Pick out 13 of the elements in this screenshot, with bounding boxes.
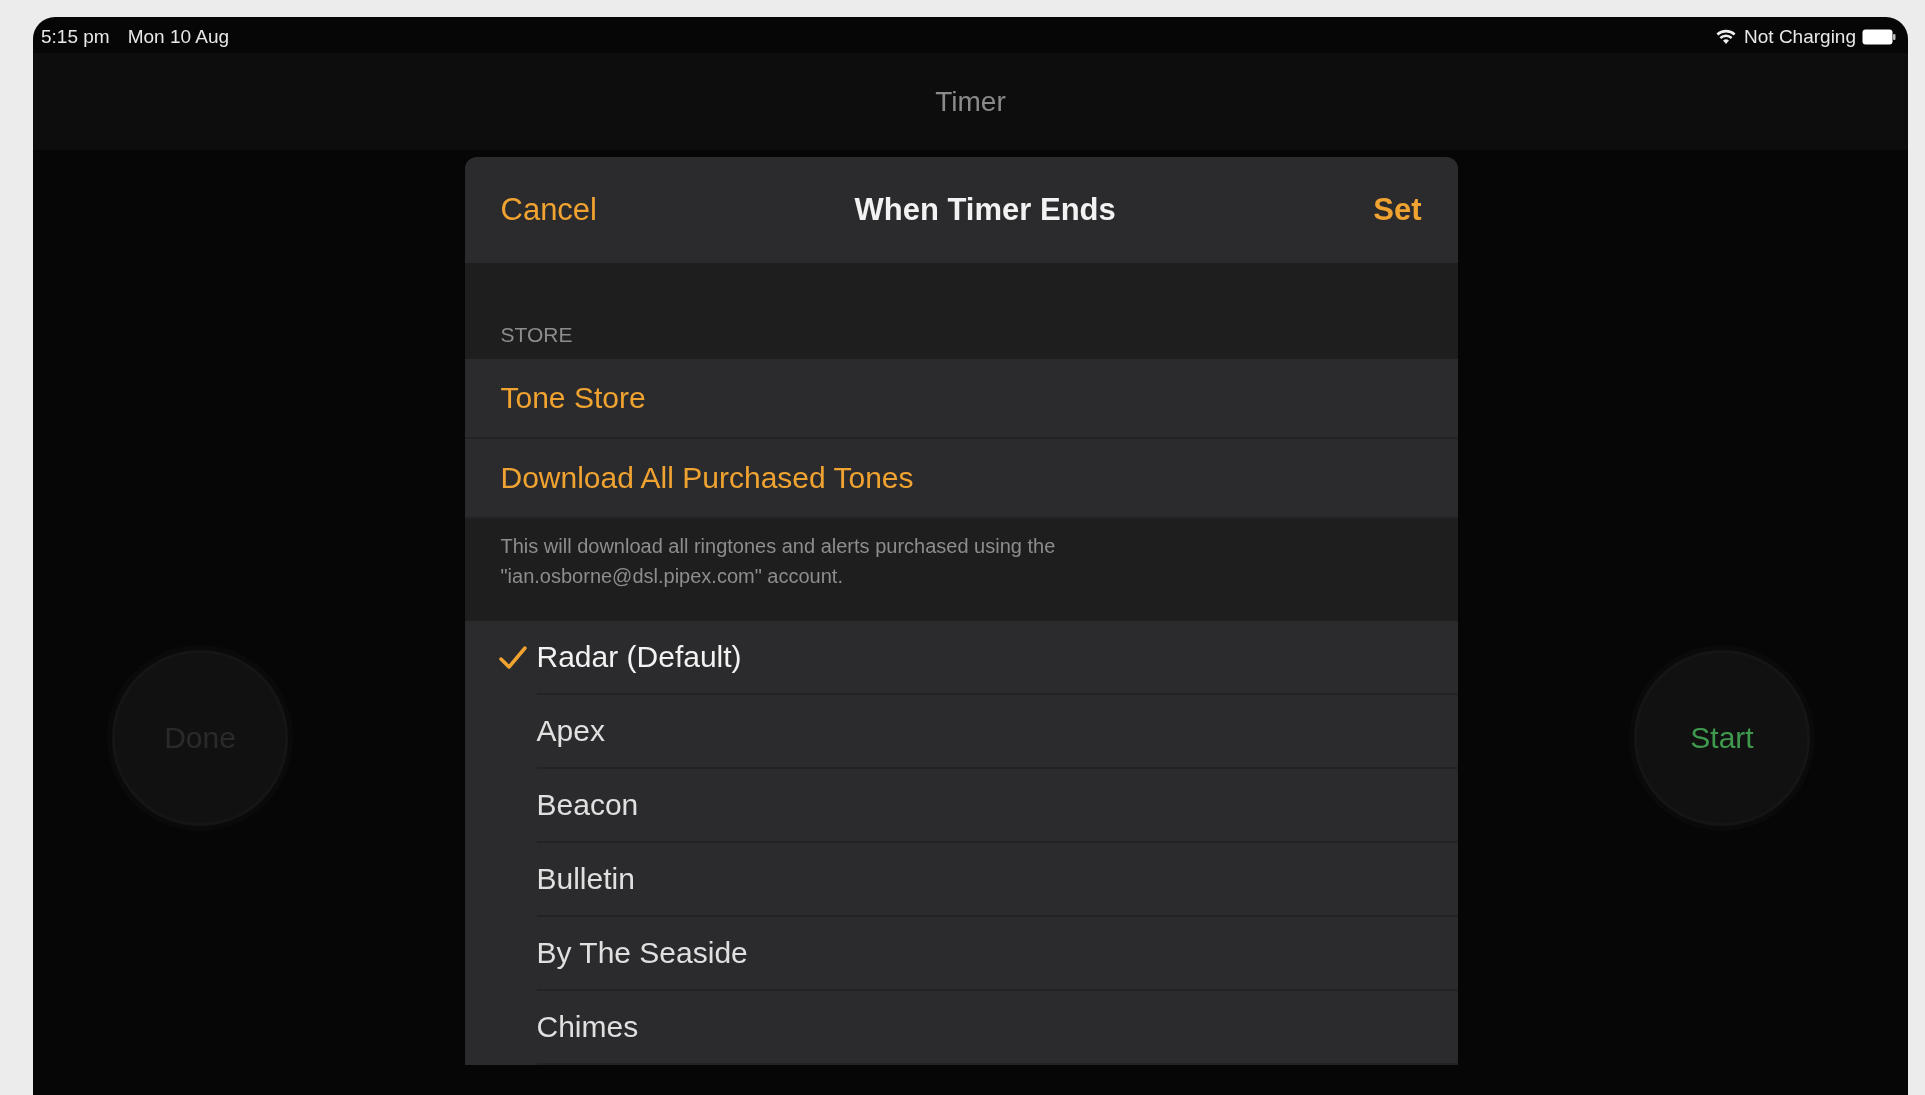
cancel-button[interactable]: Cancel: [500, 192, 597, 228]
nav-title: Timer: [935, 85, 1006, 118]
section-header: STORE: [499, 322, 574, 348]
status-date: Mon 10 Aug: [127, 25, 230, 49]
set-button[interactable]: Set: [1373, 192, 1422, 228]
section-footer: This will download all ringtones and alerts purchased using the "ian.osborne@dsl.pipex.com" account.: [464, 519, 1297, 621]
status-time: 5:15 pm: [41, 25, 110, 49]
battery-status: Not Charging: [1744, 25, 1856, 49]
wifi-icon: [1716, 29, 1737, 45]
battery-icon: [1862, 29, 1896, 45]
store-link[interactable]: Download All Purchased Tones: [464, 439, 1458, 519]
store-link[interactable]: Tone Store: [464, 359, 1458, 439]
sheet-title: When Timer Ends: [854, 192, 1116, 228]
